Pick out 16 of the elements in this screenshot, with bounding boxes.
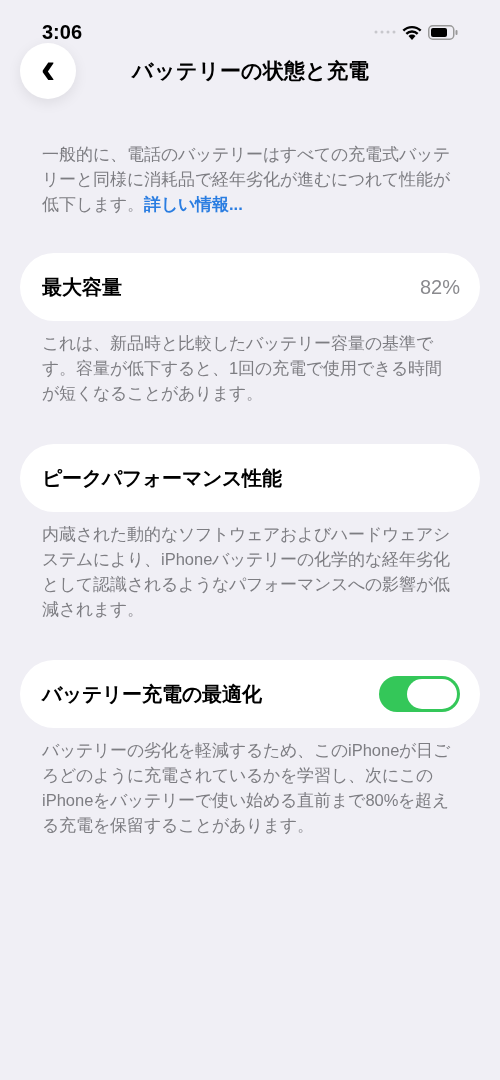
back-button[interactable]: ‹ <box>20 43 76 99</box>
section-footer: これは、新品時と比較したバッテリー容量の基準です。容量が低下すると、1回の充電で使用できる時間が短くなることがあります。 <box>42 331 458 406</box>
setting-value: 82% <box>419 275 460 300</box>
status-time: 3:06 <box>42 20 83 45</box>
setting-label: バッテリー充電の最適化 <box>42 682 262 707</box>
section-footer: 内蔵された動的なソフトウェアおよびハードウェアシステムにより、iPhoneバッテリーの化学的な経年劣化として認識されるようなパフォーマンスへの影響が低減されます。 <box>42 522 458 622</box>
setting-label: 最大容量 <box>42 275 122 300</box>
page-title: バッテリーの状態と充電 <box>131 58 369 85</box>
intro-text: 一般的に、電話のバッテリーはすべての充電式バッテリーと同様に消耗品で経年劣化が進むにつれて性能が低下します。詳しい情報... <box>42 144 451 215</box>
toggle-switch[interactable] <box>379 676 460 712</box>
signal-icon <box>374 30 396 34</box>
more-info-link[interactable]: 詳しい情報... <box>144 195 243 213</box>
section-footer: バッテリーの劣化を軽減するため、このiPhoneが日ごろどのように充電されているかを学習し、次にこのiPhoneをバッテリーで使い始める直前まで80%を超える充電を保留することがあります。 <box>42 738 458 838</box>
wifi-icon <box>402 24 422 40</box>
battery-icon <box>428 24 458 40</box>
setting-label: ピークパフォーマンス性能 <box>42 466 282 491</box>
